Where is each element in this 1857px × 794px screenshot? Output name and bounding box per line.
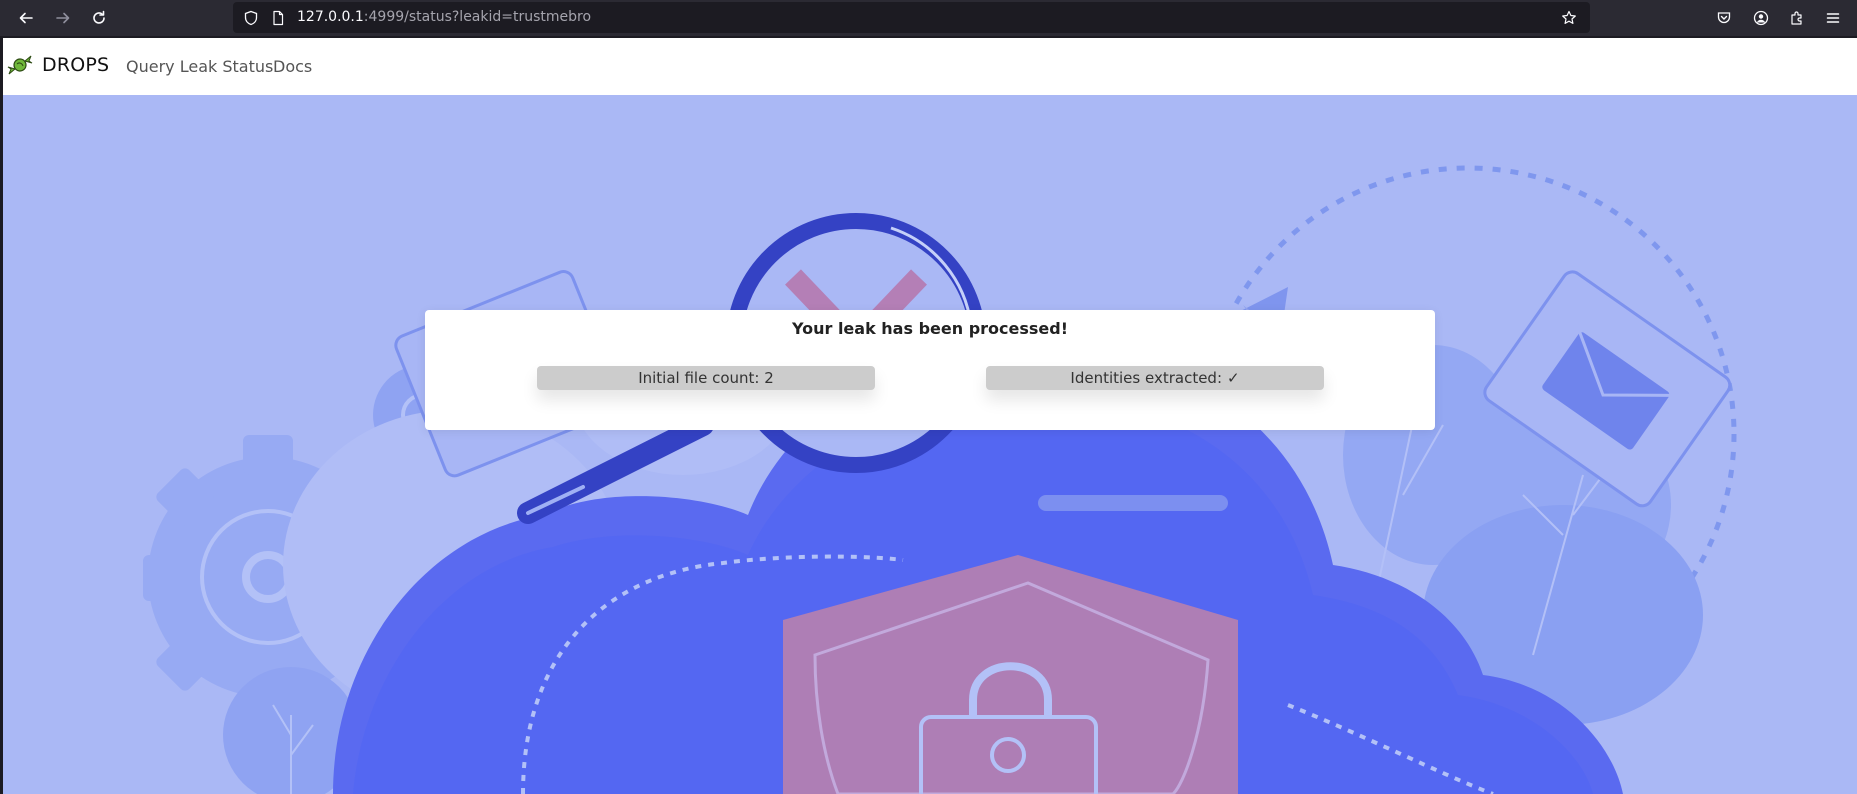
back-arrow-icon	[19, 12, 33, 24]
leak-status-card: Your leak has been processed! Initial fi…	[425, 310, 1435, 430]
nav-link-query-leak-status[interactable]: Query Leak Status	[126, 57, 273, 76]
checkmark-icon: ✓	[1227, 369, 1240, 387]
page-viewport: DROPS Query Leak Status Docs Your leak h…	[3, 38, 1857, 794]
browser-toolbar: 127.0.0.1:4999/status?leakid=trustmebro	[0, 0, 1857, 36]
url-path: :4999/status?leakid=trustmebro	[363, 9, 592, 25]
app-navbar: DROPS Query Leak Status Docs	[3, 38, 1857, 95]
file-count-badge: Initial file count: 2	[537, 366, 875, 390]
brand-name: DROPS	[42, 54, 110, 76]
file-count-text: Initial file count: 2	[638, 369, 774, 387]
back-button[interactable]	[14, 6, 38, 30]
status-card-title: Your leak has been processed!	[791, 319, 1069, 338]
account-button[interactable]	[1749, 6, 1773, 30]
identities-extracted-badge: Identities extracted: ✓	[986, 366, 1324, 390]
reload-button[interactable]	[87, 6, 111, 30]
menu-button[interactable]	[1821, 6, 1845, 30]
candy-logo-icon	[7, 55, 33, 75]
security-illustration	[143, 165, 1737, 794]
menu-icon	[1826, 13, 1840, 23]
url-host: 127.0.0.1	[297, 9, 364, 25]
pocket-button[interactable]	[1712, 6, 1736, 30]
extensions-icon	[1791, 11, 1802, 25]
reload-icon	[93, 10, 105, 24]
url-text[interactable]: 127.0.0.1:4999/status?leakid=trustmebro	[297, 9, 591, 25]
forward-arrow-icon	[56, 12, 70, 24]
address-bar[interactable]: 127.0.0.1:4999/status?leakid=trustmebro	[233, 2, 1590, 33]
extensions-button[interactable]	[1785, 6, 1809, 30]
forward-button[interactable]	[51, 6, 75, 30]
bookmark-star-icon[interactable]	[1561, 10, 1577, 26]
shield-icon[interactable]	[243, 10, 259, 26]
identities-extracted-text: Identities extracted:	[1070, 369, 1223, 387]
nav-link-docs[interactable]: Docs	[273, 57, 312, 76]
pocket-icon	[1717, 12, 1731, 24]
page-icon[interactable]	[270, 10, 286, 26]
account-icon	[1753, 10, 1769, 26]
brand-link[interactable]: DROPS	[7, 52, 109, 78]
